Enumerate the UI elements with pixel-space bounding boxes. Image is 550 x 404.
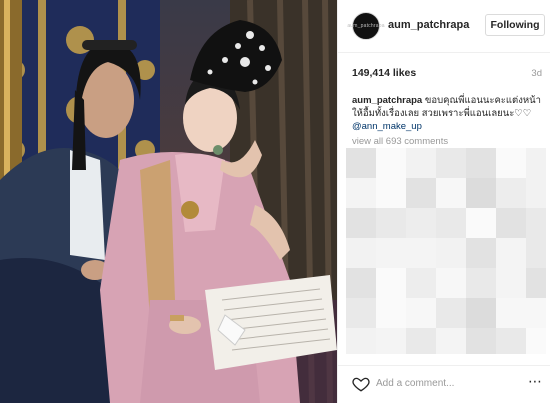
blur-cell xyxy=(406,178,436,208)
blur-cell xyxy=(346,238,376,268)
blur-cell xyxy=(406,268,436,298)
avatar[interactable]: aum_patchrapa xyxy=(347,12,384,40)
blur-cell xyxy=(526,268,546,298)
more-options-icon[interactable]: ⋯ xyxy=(528,373,543,390)
following-button[interactable]: Following xyxy=(485,14,545,36)
blur-cell xyxy=(346,298,376,328)
blur-cell xyxy=(406,238,436,268)
blur-cell xyxy=(406,298,436,328)
post-time[interactable]: 3d xyxy=(531,68,542,79)
blur-cell xyxy=(436,328,466,354)
avatar-label: aum_patchrapa xyxy=(347,23,385,29)
blur-cell xyxy=(496,298,526,328)
photo-illustration xyxy=(0,0,337,403)
blur-cell xyxy=(526,208,546,238)
blur-cell xyxy=(406,328,436,354)
blur-cell xyxy=(346,208,376,238)
comment-bar: Add a comment... ⋯ xyxy=(338,365,550,404)
blurred-comments xyxy=(346,148,546,354)
blur-cell xyxy=(346,178,376,208)
blur-cell xyxy=(466,328,496,354)
view-all-comments-link[interactable]: view all 693 comments xyxy=(352,136,448,147)
post-photo[interactable] xyxy=(0,0,337,403)
blur-cell xyxy=(406,148,436,178)
likes-count[interactable]: 149,414 likes xyxy=(352,67,416,79)
username-link[interactable]: aum_patchrapa xyxy=(388,19,469,31)
blur-cell xyxy=(466,148,496,178)
blur-cell xyxy=(526,148,546,178)
blur-cell xyxy=(436,268,466,298)
blur-cell xyxy=(466,178,496,208)
blur-cell xyxy=(496,328,526,354)
blur-cell xyxy=(436,178,466,208)
blur-cell xyxy=(496,238,526,268)
blur-cell xyxy=(436,208,466,238)
blur-cell xyxy=(466,268,496,298)
blur-cell xyxy=(406,208,436,238)
blur-cell xyxy=(466,238,496,268)
blur-cell xyxy=(376,268,406,298)
blur-cell xyxy=(346,148,376,178)
blur-cell xyxy=(376,178,406,208)
blur-cell xyxy=(496,148,526,178)
blur-cell xyxy=(496,208,526,238)
blur-cell xyxy=(496,268,526,298)
post-side-panel: aum_patchrapa aum_patchrapa Following 14… xyxy=(337,0,550,403)
caption-username[interactable]: aum_patchrapa xyxy=(352,95,422,106)
blur-cell xyxy=(526,238,546,268)
blur-cell xyxy=(376,328,406,354)
blur-cell xyxy=(346,268,376,298)
blur-cell xyxy=(376,208,406,238)
instagram-post: aum_patchrapa aum_patchrapa Following 14… xyxy=(0,0,550,403)
blur-cell xyxy=(376,238,406,268)
blur-cell xyxy=(376,148,406,178)
add-comment-input[interactable]: Add a comment... xyxy=(376,378,454,389)
blur-cell xyxy=(376,298,406,328)
blur-cell xyxy=(436,148,466,178)
blur-cell xyxy=(436,298,466,328)
post-header: aum_patchrapa aum_patchrapa Following xyxy=(338,0,550,53)
caption-mention[interactable]: @ann_make_up xyxy=(352,121,422,132)
blur-cell xyxy=(466,298,496,328)
caption: aum_patchrapa ขอบคุณพี่แอนนะคะแต่งหน้าให… xyxy=(352,94,542,133)
blur-cell xyxy=(346,328,376,354)
blur-cell xyxy=(526,178,546,208)
heart-icon[interactable] xyxy=(352,375,370,393)
blur-cell xyxy=(526,328,546,354)
blur-cell xyxy=(496,178,526,208)
blur-cell xyxy=(466,208,496,238)
blur-cell xyxy=(526,298,546,328)
blur-cell xyxy=(436,238,466,268)
